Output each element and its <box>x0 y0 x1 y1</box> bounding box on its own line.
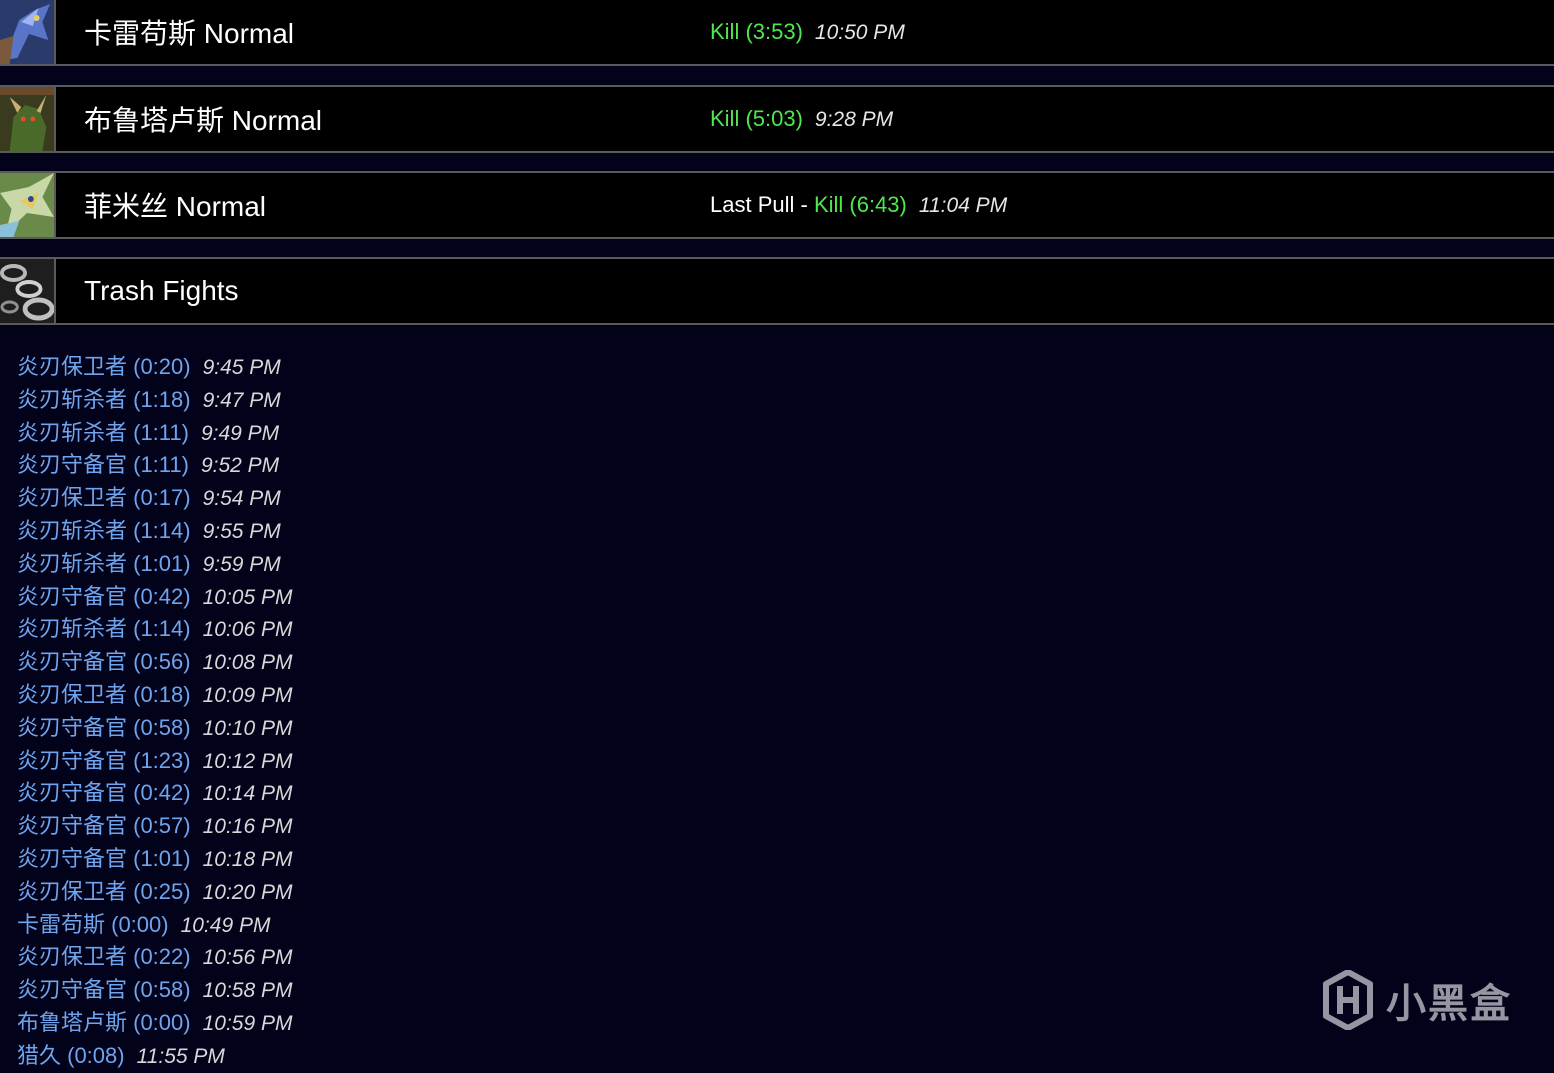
list-item: 炎刃守备官 (0:57) 10:16 PM <box>17 810 292 843</box>
felmyst-boss-icon <box>0 173 56 237</box>
list-item: 炎刃守备官 (1:23) 10:12 PM <box>17 745 292 778</box>
trash-fight-link[interactable]: 炎刃守备官 (1:11) <box>17 452 189 477</box>
heybox-logo-icon <box>1320 970 1376 1030</box>
list-item: 炎刃守备官 (0:42) 10:14 PM <box>17 777 292 810</box>
trash-fight-link[interactable]: 炎刃守备官 (0:42) <box>17 780 191 805</box>
trash-fight-link[interactable]: 炎刃守备官 (0:56) <box>17 649 191 674</box>
list-item: 炎刃斩杀者 (1:14) 10:06 PM <box>17 613 292 646</box>
chain-icon <box>0 259 56 323</box>
trash-fight-time: 9:49 PM <box>200 421 280 445</box>
list-item: 炎刃斩杀者 (1:11) 9:49 PM <box>17 417 292 450</box>
trash-fight-time: 10:59 PM <box>202 1011 293 1035</box>
boss-name[interactable]: Trash Fights <box>84 275 239 307</box>
boss-name[interactable]: 菲米丝 Normal <box>84 185 266 225</box>
boss-pull-summary[interactable]: Kill (5:03) 9:28 PM <box>710 106 893 132</box>
list-item: 炎刃斩杀者 (1:18) 9:47 PM <box>17 384 292 417</box>
trash-fight-link[interactable]: 炎刃守备官 (0:58) <box>17 977 191 1002</box>
trash-fight-time: 10:10 PM <box>202 716 293 740</box>
trash-fight-time: 9:45 PM <box>202 356 281 379</box>
dragon-boss-icon <box>0 0 56 64</box>
trash-fight-time: 9:47 PM <box>202 388 281 412</box>
boss-row-brutallus[interactable]: 布鲁塔卢斯 Normal Kill (5:03) 9:28 PM <box>0 85 1554 153</box>
list-item: 炎刃保卫者 (0:25) 10:20 PM <box>17 876 292 909</box>
trash-fight-link[interactable]: 炎刃斩杀者 (1:11) <box>17 420 189 445</box>
trash-fight-link[interactable]: 炎刃保卫者 (0:20) <box>17 354 191 379</box>
list-item: 炎刃守备官 (0:58) 10:10 PM <box>17 712 292 745</box>
trash-fight-link[interactable]: 炎刃保卫者 (0:17) <box>17 485 191 510</box>
trash-fight-link[interactable]: 炎刃斩杀者 (1:14) <box>17 518 191 543</box>
kill-result[interactable]: Kill (3:53) <box>710 19 803 44</box>
trash-fight-link[interactable]: 布鲁塔卢斯 (0:00) <box>17 1010 191 1035</box>
trash-fight-time: 10:06 PM <box>202 618 293 642</box>
heybox-watermark: 小黑盒 <box>1320 968 1512 1032</box>
trash-fight-time: 10:12 PM <box>202 749 293 773</box>
trash-fight-link[interactable]: 炎刃保卫者 (0:22) <box>17 944 191 969</box>
boss-name[interactable]: 卡雷苟斯 Normal <box>84 12 294 52</box>
list-item: 炎刃斩杀者 (1:01) 9:59 PM <box>17 548 292 581</box>
pull-time: 9:28 PM <box>814 108 894 131</box>
trash-fight-time: 10:49 PM <box>180 913 271 937</box>
kill-result[interactable]: Kill (5:03) <box>710 106 803 131</box>
boss-pull-summary[interactable]: Kill (3:53) 10:50 PM <box>710 19 905 45</box>
trash-fight-link[interactable]: 炎刃守备官 (0:42) <box>17 584 191 609</box>
boss-row-kalecgos[interactable]: 卡雷苟斯 Normal Kill (3:53) 10:50 PM <box>0 0 1554 66</box>
trash-fight-time: 10:09 PM <box>202 683 293 707</box>
list-item: 炎刃保卫者 (0:18) 10:09 PM <box>17 679 292 712</box>
trash-fight-link[interactable]: 炎刃守备官 (0:58) <box>17 715 191 740</box>
pull-time: 10:50 PM <box>814 21 905 44</box>
trash-fight-time: 10:20 PM <box>202 880 293 904</box>
list-item: 炎刃守备官 (0:42) 10:05 PM <box>17 581 292 614</box>
kill-result[interactable]: Kill (6:43) <box>814 192 907 217</box>
trash-fight-time: 10:56 PM <box>202 946 293 970</box>
trash-fight-time: 10:16 PM <box>202 815 293 839</box>
trash-fight-link[interactable]: 炎刃守备官 (1:01) <box>17 846 191 871</box>
list-item: 猎久 (0:08) 11:55 PM <box>17 1040 292 1073</box>
trash-fight-link[interactable]: 卡雷苟斯 (0:00) <box>17 912 169 937</box>
trash-fight-link[interactable]: 炎刃守备官 (0:57) <box>17 813 191 838</box>
trash-fight-list: 炎刃保卫者 (0:20) 9:45 PM 炎刃斩杀者 (1:18) 9:47 PM … <box>17 351 292 1073</box>
trash-fight-link[interactable]: 炎刃斩杀者 (1:01) <box>17 551 191 576</box>
trash-fight-time: 9:54 PM <box>202 487 281 511</box>
list-item: 炎刃守备官 (1:11) 9:52 PM <box>17 449 292 482</box>
list-item: 炎刃守备官 (1:01) 10:18 PM <box>17 843 292 876</box>
trash-fight-time: 9:55 PM <box>202 519 281 543</box>
trash-fights-row[interactable]: Trash Fights <box>0 257 1554 325</box>
list-item: 炎刃保卫者 (0:17) 9:54 PM <box>17 482 292 515</box>
list-item: 炎刃守备官 (0:58) 10:58 PM <box>17 974 292 1007</box>
trash-fight-time: 10:58 PM <box>202 979 293 1003</box>
boss-row-felmyst[interactable]: 菲米丝 Normal Last Pull - Kill (6:43) 11:04 … <box>0 171 1554 239</box>
list-item: 卡雷苟斯 (0:00) 10:49 PM <box>17 909 292 942</box>
last-pull-prefix: Last Pull - <box>710 192 814 217</box>
list-item: 炎刃守备官 (0:56) 10:08 PM <box>17 646 292 679</box>
trash-fight-time: 10:18 PM <box>202 847 293 871</box>
trash-fight-time: 10:05 PM <box>202 585 293 609</box>
boss-pull-summary[interactable]: Last Pull - Kill (6:43) 11:04 PM <box>710 192 1007 218</box>
trash-fight-time: 9:52 PM <box>200 454 280 478</box>
trash-fight-link[interactable]: 炎刃斩杀者 (1:14) <box>17 616 191 641</box>
trash-fight-time: 9:59 PM <box>202 552 281 576</box>
trash-fight-link[interactable]: 猎久 (0:08) <box>17 1043 125 1068</box>
trash-fight-time: 10:08 PM <box>202 651 293 675</box>
pull-time: 11:04 PM <box>918 194 1008 217</box>
list-item: 布鲁塔卢斯 (0:00) 10:59 PM <box>17 1007 292 1040</box>
trash-fight-link[interactable]: 炎刃保卫者 (0:18) <box>17 682 191 707</box>
demon-boss-icon <box>0 87 56 151</box>
trash-fight-time: 10:14 PM <box>202 782 293 806</box>
trash-fight-link[interactable]: 炎刃保卫者 (0:25) <box>17 879 191 904</box>
list-item: 炎刃斩杀者 (1:14) 9:55 PM <box>17 515 292 548</box>
list-item: 炎刃保卫者 (0:22) 10:56 PM <box>17 941 292 974</box>
watermark-text: 小黑盒 <box>1386 982 1512 1026</box>
trash-fight-link[interactable]: 炎刃斩杀者 (1:18) <box>17 387 191 412</box>
list-item: 炎刃保卫者 (0:20) 9:45 PM <box>17 351 292 384</box>
trash-fight-link[interactable]: 炎刃守备官 (1:23) <box>17 748 191 773</box>
boss-name[interactable]: 布鲁塔卢斯 Normal <box>84 99 322 139</box>
trash-fight-time: 11:55 PM <box>136 1044 225 1068</box>
